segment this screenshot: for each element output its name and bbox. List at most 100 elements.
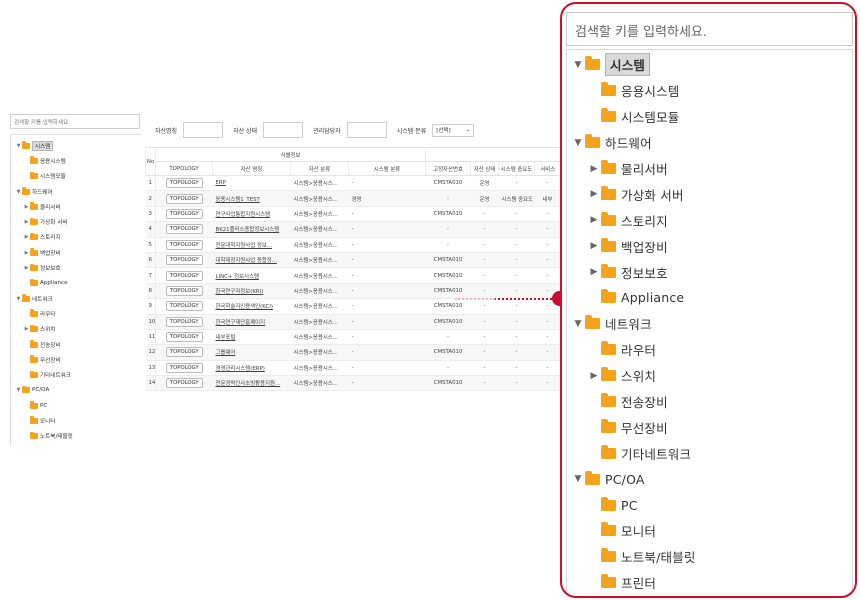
asset-name-input[interactable] (183, 122, 224, 138)
tree-search-input[interactable]: 검색할 키를 입력하세요. (566, 12, 853, 46)
topology-button[interactable]: TOPOLOGY (165, 178, 203, 189)
caret-right-icon[interactable]: ▶ (23, 326, 30, 332)
cell-name[interactable]: 한국연구자정보(KRI) (212, 283, 291, 300)
topology-button[interactable]: TOPOLOGY (165, 255, 203, 266)
caret-right-icon[interactable]: ▶ (587, 267, 601, 277)
cell-name[interactable]: 경영관리시스템(ERP) (212, 360, 291, 377)
table-row[interactable]: 11 TOPOLOGY 내부포털 시스템>응용시스... - - - - - (145, 329, 561, 346)
table-row[interactable]: 9 TOPOLOGY 한국학술지인용색인(KCI) 시스템>응용시스... - CMSTA… (145, 298, 561, 315)
tree-node-11[interactable]: 라우터 (11, 306, 141, 321)
tree-node-19[interactable]: 노트북/태블릿 (11, 429, 141, 444)
caret-right-icon[interactable]: ▶ (587, 164, 601, 174)
tree-node-2[interactable]: 시스템모듈 (567, 104, 852, 130)
tree-node-20[interactable]: 프린터 (11, 444, 141, 446)
tree-node-8[interactable]: ▶ 정보보호 (11, 260, 141, 275)
table-row[interactable]: 1 TOPOLOGY ERP 시스템>응용시스... - CMSTA010 운영 - - (145, 175, 561, 192)
cell-name[interactable]: 대학재정지원사업 종합정... (212, 252, 291, 269)
tree-node-3[interactable]: ▼ 하드웨어 (567, 130, 852, 156)
tree-node-12[interactable]: ▶ 스위치 (11, 322, 141, 337)
caret-right-icon[interactable]: ▶ (23, 204, 30, 210)
cell-name[interactable]: 내부포털 (212, 329, 291, 346)
manager-input[interactable] (346, 122, 387, 138)
tree-node-3[interactable]: ▼ 하드웨어 (11, 184, 141, 199)
tree-node-13[interactable]: 전송장비 (567, 389, 852, 415)
topology-button[interactable]: TOPOLOGY (165, 301, 203, 312)
tree-node-14[interactable]: 무선장비 (11, 352, 141, 367)
tree-node-4[interactable]: ▶ 물리서버 (567, 156, 852, 182)
tree-node-10[interactable]: ▼ 네트워크 (567, 311, 852, 337)
caret-right-icon[interactable]: ▶ (587, 189, 601, 199)
cell-name[interactable]: 한국연구재단홈페이지 (212, 314, 291, 330)
tree-node-5[interactable]: ▶ 가상화 서버 (567, 181, 852, 207)
tree-node-12[interactable]: ▶ 스위치 (567, 363, 852, 389)
tree-node-6[interactable]: ▶ 스토리지 (567, 207, 852, 233)
table-row[interactable]: 7 TOPOLOGY LINC+ 정보시스템 시스템>응용시스... - CMSTA010… (145, 267, 561, 284)
topology-button[interactable]: TOPOLOGY (165, 332, 203, 343)
tree-node-5[interactable]: ▶ 가상화 서버 (11, 214, 141, 229)
caret-right-icon[interactable]: ▶ (587, 241, 601, 251)
tree-node-1[interactable]: 응용시스템 (567, 78, 852, 104)
cell-name[interactable]: 연구사업통합지원시스템 (212, 206, 291, 223)
tree-node-13[interactable]: 전송장비 (11, 337, 141, 352)
tree-node-7[interactable]: ▶ 백업장비 (567, 233, 852, 259)
tree-node-19[interactable]: 노트북/태블릿 (567, 544, 852, 570)
tree-node-7[interactable]: ▶ 백업장비 (11, 245, 141, 260)
table-row[interactable]: 10 TOPOLOGY 한국연구재단홈페이지 시스템>응용시스... - CMSTA010… (145, 314, 561, 330)
cell-name[interactable]: 응용시스템1_TEST (212, 190, 291, 207)
table-row[interactable]: 5 TOPOLOGY 전문대학지원사업 정보... 시스템>응용시스... - - - - - (145, 237, 561, 253)
table-row[interactable]: 3 TOPOLOGY 연구사업통합지원시스템 시스템>응용시스... - CMSTA010… (145, 206, 561, 223)
caret-down-icon[interactable]: ▼ (571, 60, 585, 70)
tree-node-8[interactable]: ▶ 정보보호 (567, 259, 852, 285)
topology-button[interactable]: TOPOLOGY (165, 285, 203, 296)
topology-button[interactable]: TOPOLOGY (165, 378, 203, 389)
asset-status-input[interactable] (263, 122, 304, 138)
cell-name[interactable]: LINC+ 정보시스템 (212, 267, 291, 284)
cell-name[interactable]: 한국학술지인용색인(KCI) (212, 298, 291, 315)
tree-node-18[interactable]: 모니터 (11, 413, 141, 428)
topology-button[interactable]: TOPOLOGY (165, 239, 203, 250)
tree-node-0[interactable]: ▼ 시스템 (11, 138, 141, 153)
topology-button[interactable]: TOPOLOGY (165, 347, 203, 358)
caret-down-icon[interactable]: ▼ (15, 143, 22, 149)
caret-down-icon[interactable]: ▼ (15, 387, 22, 393)
tree-node-17[interactable]: PC (567, 492, 852, 518)
mini-tree-search-input[interactable]: 검색할 키를 입력하세요. (10, 114, 140, 129)
topology-button[interactable]: TOPOLOGY (165, 270, 203, 281)
tree-node-11[interactable]: 라우터 (567, 337, 852, 363)
tree-node-16[interactable]: ▼ PC/OA (11, 383, 141, 398)
topology-button[interactable]: TOPOLOGY (165, 193, 203, 204)
topology-button[interactable]: TOPOLOGY (165, 224, 203, 235)
topology-button[interactable]: TOPOLOGY (165, 362, 203, 373)
table-row[interactable]: 2 TOPOLOGY 응용시스템1_TEST 시스템>응용시스... 경영 - 운영 시스템 … (145, 190, 561, 207)
table-row[interactable]: 6 TOPOLOGY 대학재정지원사업 종합정... 시스템>응용시스... - CMST… (145, 252, 561, 269)
cell-name[interactable]: 그룹웨어 (212, 344, 291, 361)
caret-right-icon[interactable]: ▶ (587, 215, 601, 225)
caret-down-icon[interactable]: ▼ (15, 296, 22, 302)
topology-button[interactable]: TOPOLOGY (165, 316, 203, 327)
tree-node-9[interactable]: Appliance (567, 285, 852, 311)
table-row[interactable]: 14 TOPOLOGY 전문경력인사초빙활용지원... 시스템>응용시스... - CMS… (145, 375, 561, 392)
tree-node-6[interactable]: ▶ 스토리지 (11, 230, 141, 245)
tree-node-2[interactable]: 시스템모듈 (11, 169, 141, 184)
tree-node-15[interactable]: 기타네트워크 (11, 367, 141, 382)
tree-node-10[interactable]: ▼ 네트워크 (11, 291, 141, 306)
tree-node-4[interactable]: ▶ 물리서버 (11, 199, 141, 214)
table-row[interactable]: 13 TOPOLOGY 경영관리시스템(ERP) 시스템>응용시스... - - - - - (145, 360, 561, 377)
table-row[interactable]: 8 TOPOLOGY 한국연구자정보(KRI) 시스템>응용시스... - CMSTA01… (145, 283, 561, 300)
caret-down-icon[interactable]: ▼ (571, 138, 585, 148)
caret-right-icon[interactable]: ▶ (23, 250, 30, 256)
cell-name[interactable]: 전문대학지원사업 정보... (212, 237, 291, 253)
tree-node-9[interactable]: Appliance (11, 276, 141, 291)
cell-name[interactable]: BK21플러스종합정보시스템 (212, 221, 291, 238)
caret-down-icon[interactable]: ▼ (15, 189, 22, 195)
tree-node-0[interactable]: ▼ 시스템 (567, 52, 852, 78)
caret-right-icon[interactable]: ▶ (23, 234, 30, 240)
tree-node-17[interactable]: PC (11, 398, 141, 413)
tree-node-20[interactable]: 프린터 (567, 570, 852, 596)
system-class-select[interactable]: [선택] ⌄ (432, 123, 475, 137)
caret-down-icon[interactable]: ▼ (571, 474, 585, 484)
tree-node-18[interactable]: 모니터 (567, 518, 852, 544)
tree-node-1[interactable]: 응용시스템 (11, 153, 141, 168)
caret-right-icon[interactable]: ▶ (23, 219, 30, 225)
caret-down-icon[interactable]: ▼ (571, 319, 585, 329)
